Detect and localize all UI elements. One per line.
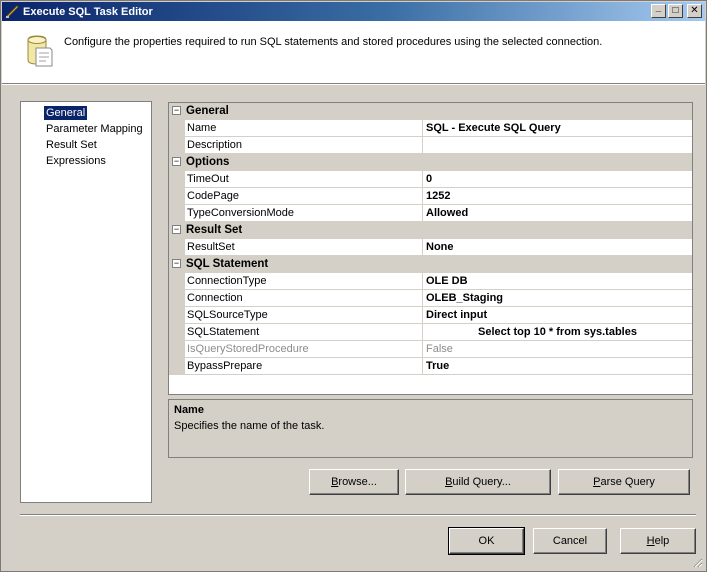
property-name: Name (185, 120, 423, 137)
property-row-description[interactable]: Description (169, 137, 692, 154)
cancel-button[interactable]: Cancel (533, 528, 607, 554)
navigation-list[interactable]: General Parameter Mapping Result Set Exp… (20, 101, 152, 503)
ok-button[interactable]: OK (448, 527, 525, 555)
collapse-icon[interactable]: − (172, 259, 181, 268)
property-value-typeconversionmode[interactable]: Allowed (423, 205, 692, 222)
build-query-button[interactable]: Build Query... (405, 469, 551, 495)
property-row-sqlsourcetype[interactable]: SQLSourceType Direct input (169, 307, 692, 324)
collapse-icon[interactable]: − (172, 157, 181, 166)
database-task-icon (24, 34, 54, 68)
property-grid[interactable]: − General Name SQL - Execute SQL Query D… (168, 102, 693, 395)
property-value-sqlsourcetype[interactable]: Direct input (423, 307, 692, 324)
resize-grip-icon[interactable] (691, 556, 703, 568)
property-value-connection[interactable]: OLEB_Staging (423, 290, 692, 307)
property-row-timeout[interactable]: TimeOut 0 (169, 171, 692, 188)
bottom-divider (20, 514, 696, 516)
property-value-isquerystoredprocedure: False (423, 341, 692, 358)
property-name: IsQueryStoredProcedure (185, 341, 423, 358)
property-row-bypassprepare[interactable]: BypassPrepare True (169, 358, 692, 375)
property-name: TimeOut (185, 171, 423, 188)
property-value-sqlstatement[interactable]: Select top 10 * from sys.tables (423, 324, 692, 341)
category-general[interactable]: − General (169, 103, 692, 120)
property-value-connectiontype[interactable]: OLE DB (423, 273, 692, 290)
property-name: SQLSourceType (185, 307, 423, 324)
property-name: ConnectionType (185, 273, 423, 290)
window-title: Execute SQL Task Editor (23, 5, 153, 18)
property-value-codepage[interactable]: 1252 (423, 188, 692, 205)
description-title: Name (174, 404, 204, 416)
browse-button[interactable]: Browse... (309, 469, 399, 495)
property-row-typeconversionmode[interactable]: TypeConversionMode Allowed (169, 205, 692, 222)
property-row-connectiontype[interactable]: ConnectionType OLE DB (169, 273, 692, 290)
parse-query-button[interactable]: Parse Query (558, 469, 690, 495)
title-bar[interactable]: Execute SQL Task Editor _ □ ✕ (2, 2, 705, 21)
header-description: Configure the properties required to run… (64, 36, 603, 48)
help-button[interactable]: Help (620, 528, 696, 554)
minimize-icon: _ (655, 2, 662, 13)
execute-sql-task-editor-window: Execute SQL Task Editor _ □ ✕ Configure … (0, 0, 707, 572)
category-label: General (186, 105, 229, 117)
app-icon (5, 4, 19, 19)
collapse-icon[interactable]: − (172, 106, 181, 115)
category-sql-statement[interactable]: − SQL Statement (169, 256, 692, 273)
nav-item-expressions[interactable]: Expressions (44, 154, 108, 168)
category-label: Result Set (186, 224, 243, 236)
description-text: Specifies the name of the task. (174, 420, 325, 432)
property-name: ResultSet (185, 239, 423, 256)
property-value-bypassprepare[interactable]: True (423, 358, 692, 375)
close-button[interactable]: ✕ (687, 4, 702, 18)
property-value-timeout[interactable]: 0 (423, 171, 692, 188)
property-description-panel: Name Specifies the name of the task. (168, 399, 693, 458)
close-icon: ✕ (690, 5, 699, 16)
property-name: TypeConversionMode (185, 205, 423, 222)
category-options[interactable]: − Options (169, 154, 692, 171)
header-band: Configure the properties required to run… (2, 21, 705, 83)
property-name: SQLStatement (185, 324, 423, 341)
property-row-resultset[interactable]: ResultSet None (169, 239, 692, 256)
property-name: Description (185, 137, 423, 154)
property-name: BypassPrepare (185, 358, 423, 375)
property-value-resultset[interactable]: None (423, 239, 692, 256)
property-row-connection[interactable]: Connection OLEB_Staging (169, 290, 692, 307)
property-value-name[interactable]: SQL - Execute SQL Query (423, 120, 692, 137)
minimize-button[interactable]: _ (651, 2, 666, 18)
property-row-name[interactable]: Name SQL - Execute SQL Query (169, 120, 692, 137)
property-row-isquerystoredprocedure: IsQueryStoredProcedure False (169, 341, 692, 358)
maximize-button[interactable]: □ (668, 4, 683, 18)
property-value-description[interactable] (423, 137, 692, 154)
property-name: Connection (185, 290, 423, 307)
maximize-icon: □ (672, 5, 679, 16)
category-label: Options (186, 156, 230, 168)
nav-item-parameter-mapping[interactable]: Parameter Mapping (44, 122, 145, 136)
property-name: CodePage (185, 188, 423, 205)
category-result-set[interactable]: − Result Set (169, 222, 692, 239)
property-row-codepage[interactable]: CodePage 1252 (169, 188, 692, 205)
nav-item-general[interactable]: General (44, 106, 88, 120)
collapse-icon[interactable]: − (172, 225, 181, 234)
category-label: SQL Statement (186, 258, 269, 270)
header-divider (2, 83, 705, 85)
property-row-sqlstatement[interactable]: SQLStatement Select top 10 * from sys.ta… (169, 324, 692, 341)
nav-item-result-set[interactable]: Result Set (44, 138, 99, 152)
